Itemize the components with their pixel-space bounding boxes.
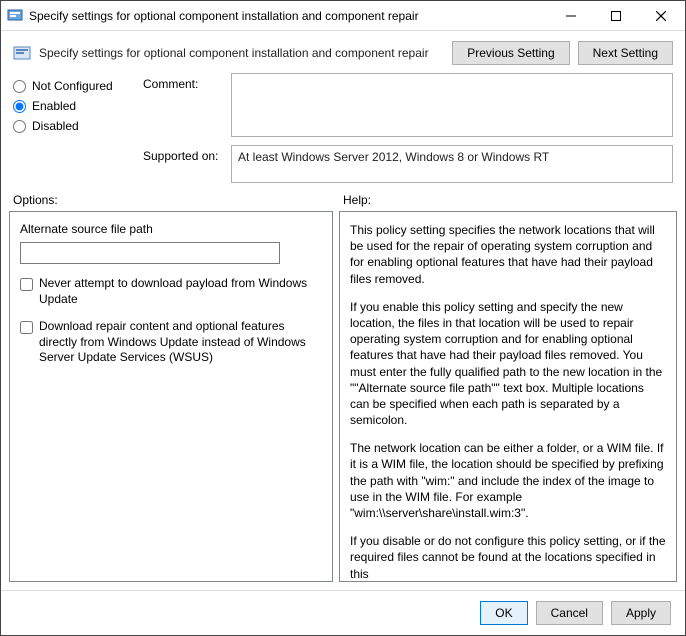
comment-label: Comment: — [143, 73, 223, 91]
previous-setting-button[interactable]: Previous Setting — [452, 41, 569, 65]
minimize-button[interactable] — [548, 2, 593, 30]
maximize-button[interactable] — [593, 2, 638, 30]
dialog-footer: OK Cancel Apply — [1, 590, 685, 635]
next-setting-button[interactable]: Next Setting — [578, 41, 673, 65]
help-label: Help: — [343, 193, 673, 207]
radio-disabled[interactable] — [13, 120, 26, 133]
help-paragraph: If you disable or do not configure this … — [350, 533, 666, 582]
options-label: Options: — [13, 193, 343, 207]
supported-on-box: At least Windows Server 2012, Windows 8 … — [231, 145, 673, 183]
header: Specify settings for optional component … — [1, 31, 685, 73]
alt-source-input[interactable] — [20, 242, 280, 264]
help-paragraph: This policy setting specifies the networ… — [350, 222, 666, 287]
supported-label: Supported on: — [143, 145, 223, 163]
ok-button[interactable]: OK — [480, 601, 527, 625]
radio-not-configured[interactable] — [13, 80, 26, 93]
checkbox-never-download[interactable] — [20, 278, 33, 291]
titlebar: Specify settings for optional component … — [1, 1, 685, 31]
label-not-configured: Not Configured — [32, 79, 113, 93]
help-paragraph: If you enable this policy setting and sp… — [350, 299, 666, 429]
radio-enabled[interactable] — [13, 100, 26, 113]
close-button[interactable] — [638, 2, 683, 30]
app-icon — [7, 8, 23, 24]
label-enabled: Enabled — [32, 99, 76, 113]
alt-source-label: Alternate source file path — [20, 222, 322, 236]
label-directly-wu: Download repair content and optional fea… — [39, 319, 322, 366]
label-disabled: Disabled — [32, 119, 79, 133]
header-subtitle: Specify settings for optional component … — [39, 46, 444, 60]
cancel-button[interactable]: Cancel — [536, 601, 603, 625]
apply-button[interactable]: Apply — [611, 601, 671, 625]
help-paragraph: The network location can be either a fol… — [350, 440, 666, 521]
comment-textarea[interactable] — [231, 73, 673, 137]
checkbox-directly-wu[interactable] — [20, 321, 33, 334]
window-title: Specify settings for optional component … — [29, 9, 548, 23]
help-pane[interactable]: This policy setting specifies the networ… — [339, 211, 677, 582]
options-pane: Alternate source file path Never attempt… — [9, 211, 333, 582]
policy-icon — [13, 44, 31, 62]
supported-on-value: At least Windows Server 2012, Windows 8 … — [238, 150, 549, 164]
label-never-download: Never attempt to download payload from W… — [39, 276, 322, 307]
